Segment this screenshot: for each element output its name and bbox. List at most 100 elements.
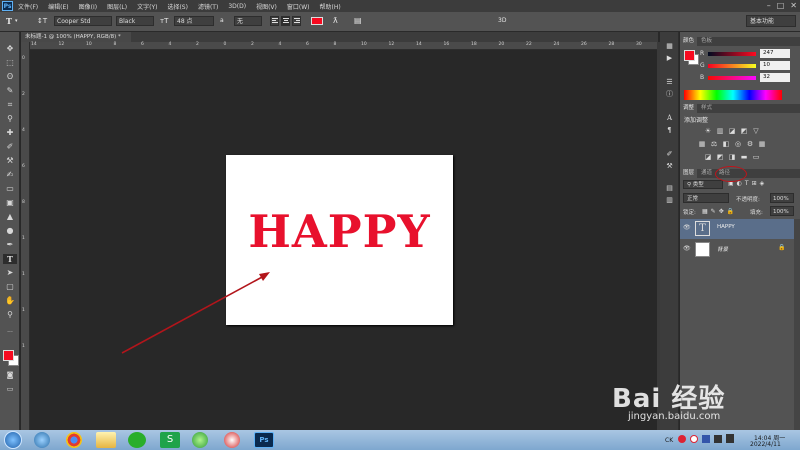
vibrance-icon[interactable]: ▽ xyxy=(752,127,760,135)
tray-app-icon[interactable] xyxy=(678,435,686,443)
color-spectrum-bar[interactable] xyxy=(684,90,782,100)
tab-adjustments[interactable]: 调整 xyxy=(680,104,698,113)
panel-foreground-swatch[interactable] xyxy=(684,50,695,61)
tray-app-icon[interactable] xyxy=(690,435,698,443)
quick-select-tool-icon[interactable]: ✎ xyxy=(3,86,17,96)
menu-file[interactable]: 文件(F) xyxy=(13,2,43,11)
volume-icon[interactable] xyxy=(726,434,734,443)
green-slider[interactable]: G 10 xyxy=(686,61,796,71)
menu-window[interactable]: 窗口(W) xyxy=(282,2,315,11)
tab-channels[interactable]: 通道 xyxy=(698,169,715,178)
eye-icon[interactable]: 👁 xyxy=(683,224,691,231)
menu-layer[interactable]: 图层(L) xyxy=(102,2,132,11)
ie-icon[interactable] xyxy=(34,432,50,448)
brush-presets-icon[interactable]: ✐ xyxy=(664,150,675,159)
blue-slider-bar[interactable] xyxy=(708,76,756,80)
channel-mixer-icon[interactable]: ⚙ xyxy=(746,140,754,148)
red-slider[interactable]: R 247 xyxy=(686,49,796,59)
layer-row-background[interactable]: 👁 背景 🔒 xyxy=(680,240,794,258)
layer-filter-kind[interactable]: ⚲ 类型 xyxy=(683,180,723,189)
black-white-icon[interactable]: ◧ xyxy=(722,140,730,148)
tab-color[interactable]: 颜色 xyxy=(680,37,698,46)
maximize-button[interactable]: □ xyxy=(777,1,785,10)
lasso-tool-icon[interactable]: ʘ xyxy=(3,72,17,82)
pen-tool-icon[interactable]: ✒ xyxy=(3,240,17,250)
font-size-select[interactable]: 48 点 xyxy=(174,16,214,26)
layer-name[interactable]: HAPPY xyxy=(717,224,735,230)
layer-row-happy[interactable]: 👁 T HAPPY xyxy=(680,219,794,239)
tab-layers[interactable]: 图层 xyxy=(680,169,698,178)
opacity-field[interactable]: 100% xyxy=(770,193,794,203)
happy-text-layer[interactable]: HAPPY xyxy=(226,207,453,257)
menu-view[interactable]: 视图(V) xyxy=(251,2,282,11)
blue-value-field[interactable]: 32 xyxy=(760,73,790,82)
close-button[interactable]: ✕ xyxy=(790,1,797,10)
history-brush-tool-icon[interactable]: ✍ xyxy=(3,170,17,180)
curves-icon[interactable]: ◪ xyxy=(728,127,736,135)
lock-icons[interactable]: ▦✎✥🔒 xyxy=(702,208,737,215)
red-slider-bar[interactable] xyxy=(708,52,756,56)
font-family-select[interactable]: Cooper Std xyxy=(54,16,112,26)
exposure-icon[interactable]: ◩ xyxy=(740,127,748,135)
wps-icon[interactable]: S xyxy=(160,432,180,448)
tool-presets-icon[interactable]: ▤ xyxy=(664,184,675,193)
tab-styles[interactable]: 样式 xyxy=(698,104,715,113)
green-value-field[interactable]: 10 xyxy=(760,61,790,70)
align-right-button[interactable] xyxy=(292,16,301,26)
crop-tool-icon[interactable]: ⌗ xyxy=(3,100,17,110)
clock-date[interactable]: 2022/4/11 xyxy=(750,441,781,448)
path-select-tool-icon[interactable]: ➤ xyxy=(3,268,17,278)
hue-saturation-icon[interactable]: ▦ xyxy=(698,140,706,148)
network-icon[interactable] xyxy=(714,435,722,443)
menu-help[interactable]: 帮助(H) xyxy=(315,2,346,11)
zoom-tool-icon[interactable]: ⚲ xyxy=(3,310,17,320)
color-lookup-icon[interactable]: ▦ xyxy=(758,140,766,148)
align-center-button[interactable] xyxy=(281,16,290,26)
properties-icon[interactable]: ☰ xyxy=(664,78,675,87)
antialias-select[interactable]: 无 xyxy=(234,16,262,26)
document-tab[interactable]: 未标题-1 @ 100% (HAPPY, RGB/8) * xyxy=(21,32,131,42)
clone-stamp-tool-icon[interactable]: ⚒ xyxy=(3,156,17,166)
ie-green-icon[interactable] xyxy=(192,432,208,448)
blur-tool-icon[interactable]: ▲ xyxy=(3,212,17,222)
quick-mask-icon[interactable]: ◙ xyxy=(3,370,17,380)
green-slider-bar[interactable] xyxy=(708,64,756,68)
tray-language[interactable]: CK xyxy=(665,437,673,444)
hand-tool-icon[interactable]: ✋ xyxy=(3,296,17,306)
selective-color-icon[interactable]: ▭ xyxy=(752,153,760,161)
warp-text-icon[interactable]: ƛ xyxy=(333,16,338,26)
threshold-icon[interactable]: ◨ xyxy=(728,153,736,161)
menu-edit[interactable]: 编辑(E) xyxy=(43,2,73,11)
more-tools-icon[interactable]: ··· xyxy=(3,328,17,338)
gradient-map-icon[interactable]: ▬ xyxy=(740,153,748,161)
wechat-icon[interactable] xyxy=(128,432,146,448)
photo-filter-icon[interactable]: ◎ xyxy=(734,140,742,148)
shape-tool-icon[interactable]: ▢ xyxy=(3,282,17,292)
document-canvas[interactable]: HAPPY xyxy=(226,155,453,325)
history-icon[interactable]: ▦ xyxy=(664,42,675,51)
3d-button[interactable]: 3D xyxy=(498,16,506,26)
dodge-tool-icon[interactable]: ● xyxy=(3,226,17,236)
clone-source-icon[interactable]: ⚒ xyxy=(664,162,675,171)
tray-app-icon[interactable] xyxy=(702,435,710,443)
workspace-select[interactable]: 基本功能 xyxy=(746,15,796,27)
fill-field[interactable]: 100% xyxy=(770,206,794,216)
brightness-icon[interactable]: ☀ xyxy=(704,127,712,135)
menu-filter[interactable]: 滤镜(T) xyxy=(193,2,223,11)
brush-tool-icon[interactable]: ✐ xyxy=(3,142,17,152)
healing-brush-tool-icon[interactable]: ✚ xyxy=(3,128,17,138)
paragraph-icon[interactable]: ¶ xyxy=(664,126,675,135)
eyedropper-tool-icon[interactable]: ⚲ xyxy=(3,114,17,124)
text-color-swatch[interactable] xyxy=(311,17,323,25)
posterize-icon[interactable]: ◩ xyxy=(716,153,724,161)
explorer-icon[interactable] xyxy=(96,432,116,448)
menu-type[interactable]: 文字(Y) xyxy=(132,2,162,11)
levels-icon[interactable]: ▥ xyxy=(716,127,724,135)
foreground-color-swatch[interactable] xyxy=(3,350,14,361)
actions-icon[interactable]: ▶ xyxy=(664,54,675,63)
start-button[interactable] xyxy=(4,431,22,449)
minimize-button[interactable]: – xyxy=(767,1,771,10)
eye-icon[interactable]: 👁 xyxy=(683,245,691,252)
move-tool-icon[interactable]: ✥ xyxy=(3,44,17,54)
gradient-tool-icon[interactable]: ▣ xyxy=(3,198,17,208)
